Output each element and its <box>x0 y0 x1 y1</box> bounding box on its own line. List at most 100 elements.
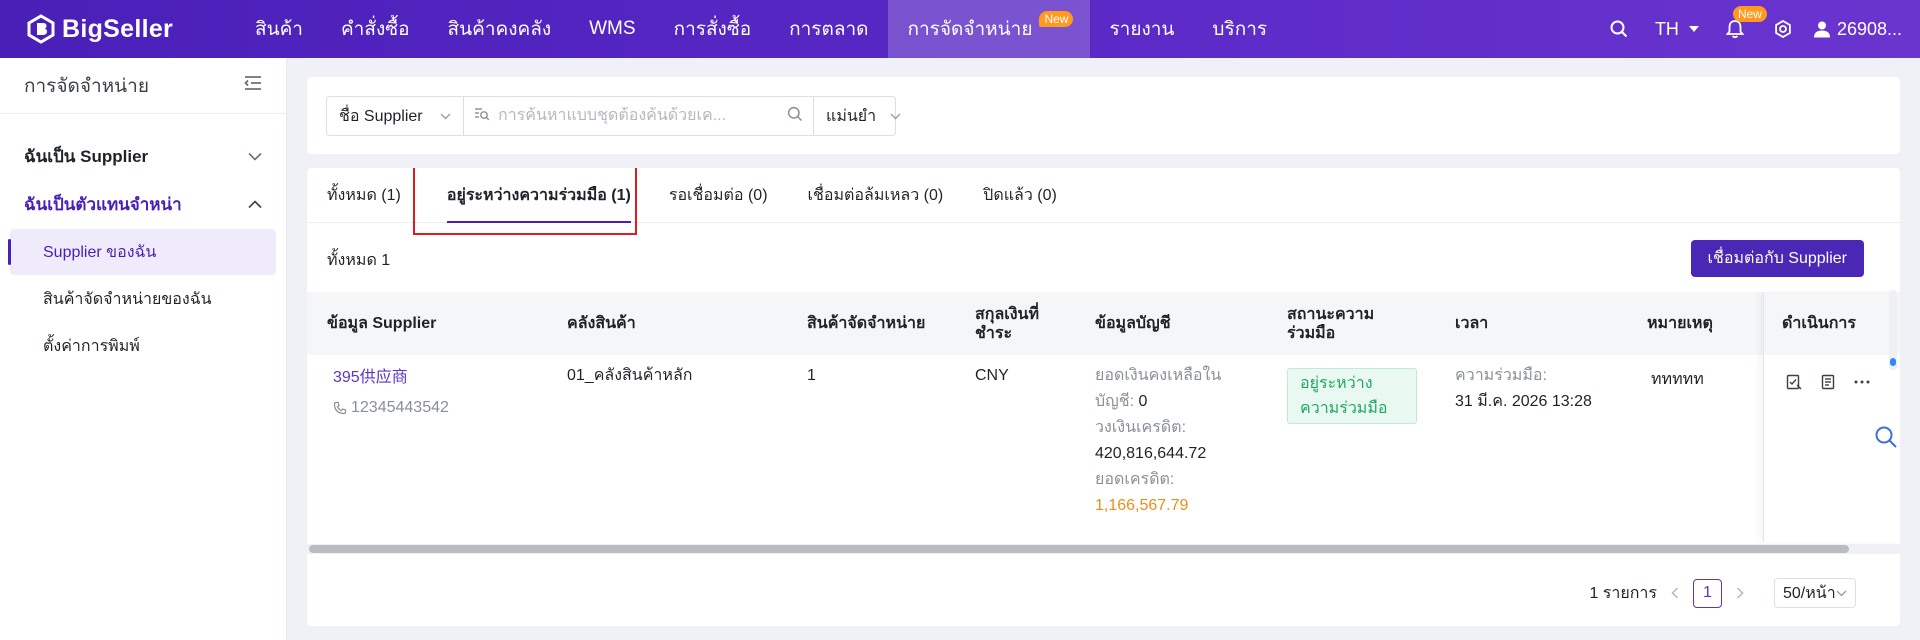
nav-item-services[interactable]: บริการ <box>1193 0 1286 58</box>
nav-item-label: WMS <box>589 18 636 39</box>
nav-item-products[interactable]: สินค้า <box>236 0 322 58</box>
column-header-status: สถานะความร่วมมือ <box>1287 305 1375 342</box>
time-value: 31 มี.ค. 2026 13:28 <box>1455 393 1592 410</box>
vertical-scrollbar-thumb[interactable] <box>1890 358 1896 366</box>
floating-search-icon[interactable] <box>1872 422 1900 452</box>
search-field-select[interactable]: ชื่อ Supplier <box>326 96 464 136</box>
collapse-sidebar-icon[interactable] <box>244 75 262 97</box>
time-label: ความร่วมมือ: <box>1455 367 1547 384</box>
main-menu: สินค้า คำสั่งซื้อ สินค้าคงคลัง WMS การสั… <box>236 0 1286 58</box>
search-input[interactable] <box>498 107 787 125</box>
prev-page-icon[interactable] <box>1671 587 1679 599</box>
tab-label: ปิดแล้ว (0) <box>983 187 1057 204</box>
column-header-warehouse: คลังสินค้า <box>567 315 636 332</box>
batch-search-icon[interactable] <box>474 107 490 126</box>
language-select[interactable]: TH <box>1655 19 1699 40</box>
note-cell: ททททท <box>1651 371 1704 388</box>
next-page-icon[interactable] <box>1736 587 1744 599</box>
tab-all[interactable]: ทั้งหมด (1) <box>307 168 421 223</box>
credit-balance-label: ยอดเครดิต: <box>1095 471 1175 488</box>
tab-label: อยู่ระหว่างความร่วมมือ (1) <box>446 187 631 204</box>
column-header-currency: สกุลเงินที่ชำระ <box>975 305 1040 342</box>
sidebar-group-label: ฉันเป็น Supplier <box>24 146 149 166</box>
search-icon[interactable] <box>1609 19 1629 39</box>
sidebar-item-label: Supplier ของฉัน <box>43 243 157 261</box>
notification-badge: New <box>1732 6 1767 22</box>
status-badge: อยู่ระหว่างความร่วมมือ <box>1287 368 1417 424</box>
tab-label: เชื่อมต่อล้มเหลว (0) <box>807 187 944 204</box>
pagination: 1 รายการ 1 50/หน้า <box>1589 578 1856 608</box>
gear-icon[interactable] <box>1773 19 1793 39</box>
tab-in-cooperation[interactable]: อยู่ระหว่างความร่วมมือ (1) <box>421 168 649 223</box>
top-navigation: BigSeller สินค้า คำสั่งซื้อ สินค้าคงคลัง… <box>0 0 1920 58</box>
supplier-name-link[interactable]: 395供应商 <box>333 365 449 391</box>
page-number-current[interactable]: 1 <box>1693 578 1722 608</box>
sidebar-item-label: สินค้าจัดจำหน่ายของฉัน <box>43 290 212 308</box>
status-tabs: ทั้งหมด (1) อยู่ระหว่างความร่วมมือ (1) ร… <box>307 168 1900 223</box>
sidebar-header: การจัดจำหน่าย <box>0 58 286 114</box>
chevron-up-icon <box>248 194 262 214</box>
total-items: 1 รายการ <box>1589 584 1657 602</box>
sidebar-title: การจัดจำหน่าย <box>24 75 149 97</box>
connect-supplier-button[interactable]: เชื่อมต่อกับ Supplier <box>1690 240 1864 277</box>
currency-cell: CNY <box>975 367 1009 384</box>
sidebar-group-reseller[interactable]: ฉันเป็นตัวแทนจำหน่า <box>0 180 286 228</box>
select-value: แม่นยำ <box>826 107 877 125</box>
nav-item-label: รายงาน <box>1109 19 1175 40</box>
document-icon[interactable] <box>1820 374 1836 390</box>
nav-item-wms[interactable]: WMS <box>570 0 654 58</box>
phone-icon <box>333 401 347 415</box>
search-box <box>464 96 814 136</box>
balance-label: ยอดเงินคงเหลือในบัญชี: <box>1095 367 1222 410</box>
table-row: 395供应商 12345443542 01_คลังสินค้าหลัก 1 C… <box>307 355 1900 545</box>
column-header-supplier: ข้อมูล Supplier <box>327 315 437 332</box>
select-value: ชื่อ Supplier <box>339 107 423 125</box>
horizontal-scrollbar[interactable] <box>307 544 1900 554</box>
credit-balance-value: 1,166,567.79 <box>1095 497 1189 514</box>
nav-item-orders[interactable]: คำสั่งซื้อ <box>322 0 429 58</box>
row-actions <box>1786 374 1888 390</box>
sidebar-item-print-settings[interactable]: ตั้งค่าการพิมพ์ <box>10 323 276 369</box>
nav-item-purchase[interactable]: การสั่งซื้อ <box>655 0 771 58</box>
sidebar-item-my-distribution-products[interactable]: สินค้าจัดจำหน่ายของฉัน <box>10 276 276 322</box>
brand-name: BigSeller <box>62 14 174 43</box>
bell-icon[interactable]: New <box>1725 6 1767 39</box>
nav-item-label: การสั่งซื้อ <box>673 19 752 40</box>
sidebar-group-supplier[interactable]: ฉันเป็น Supplier <box>0 132 286 180</box>
sidebar-group-label: ฉันเป็นตัวแทนจำหน่า <box>24 194 182 214</box>
tab-connection-failed[interactable]: เชื่อมต่อล้มเหลว (0) <box>788 168 964 223</box>
credit-limit-value: 420,816,644.72 <box>1095 445 1207 462</box>
scrollbar-thumb[interactable] <box>309 545 1849 553</box>
status-cell: อยู่ระหว่างความร่วมมือ <box>1287 368 1417 424</box>
match-mode-select[interactable]: แม่นยำ <box>814 96 901 136</box>
nav-item-reports[interactable]: รายงาน <box>1090 0 1193 58</box>
new-badge: New <box>1039 11 1074 27</box>
user-menu[interactable]: 26908... <box>1813 19 1902 40</box>
page-size-select[interactable]: 50/หน้า <box>1774 578 1856 608</box>
supplier-list-card: ทั้งหมด (1) อยู่ระหว่างความร่วมมือ (1) ร… <box>307 168 1900 626</box>
caret-down-icon <box>1688 26 1699 32</box>
phone-number: 12345443542 <box>351 399 449 416</box>
tab-pending-connection[interactable]: รอเชื่อมต่อ (0) <box>649 168 788 223</box>
column-header-account: ข้อมูลบัญชี <box>1095 315 1171 332</box>
edit-credit-icon[interactable] <box>1786 374 1802 390</box>
time-cell: ความร่วมมือ: 31 มี.ค. 2026 13:28 <box>1455 363 1592 415</box>
nav-item-marketing[interactable]: การตลาด <box>770 0 887 58</box>
nav-item-distribution[interactable]: การจัดจำหน่าย New <box>887 0 1091 58</box>
table-header: ข้อมูล Supplier คลังสินค้า สินค้าจัดจำหน… <box>307 292 1900 355</box>
more-options-icon[interactable] <box>1854 380 1870 384</box>
total-count: ทั้งหมด 1 <box>327 252 391 269</box>
nav-item-label: การตลาด <box>789 19 869 40</box>
actions-column: ดำเนินการ <box>1763 292 1900 542</box>
search-icon[interactable] <box>787 106 803 127</box>
user-icon <box>1813 21 1830 38</box>
tab-closed[interactable]: ปิดแล้ว (0) <box>963 168 1077 223</box>
search-row: ชื่อ Supplier แม่นยำ <box>326 96 901 136</box>
nav-item-label: บริการ <box>1212 19 1268 40</box>
column-header-products: สินค้าจัดจำหน่าย <box>807 315 926 332</box>
column-header-note: หมายเหตุ <box>1647 315 1713 332</box>
nav-item-inventory[interactable]: สินค้าคงคลัง <box>429 0 571 58</box>
chevron-down-icon <box>440 107 451 125</box>
brand-logo[interactable]: BigSeller <box>26 14 226 44</box>
sidebar-item-my-suppliers[interactable]: Supplier ของฉัน <box>8 229 276 275</box>
